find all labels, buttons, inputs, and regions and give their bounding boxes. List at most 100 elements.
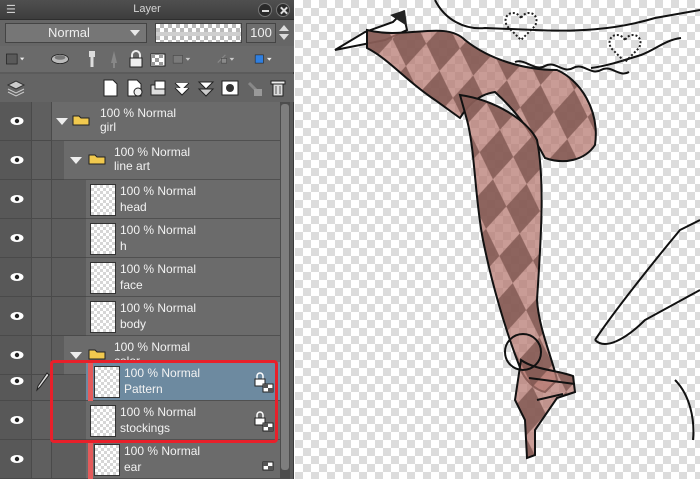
clipping-indicator xyxy=(88,362,93,401)
scrollbar[interactable] xyxy=(280,102,290,479)
eye-icon[interactable] xyxy=(10,350,24,360)
layer-content[interactable]: 100 % Normal body xyxy=(86,297,290,336)
expand-arrow-icon[interactable] xyxy=(56,118,68,125)
layer-opacity-mode: 100 % Normal xyxy=(114,145,191,159)
new-raster-layer-icon[interactable] xyxy=(100,78,120,98)
merge-down-icon[interactable] xyxy=(196,78,216,98)
layer-name: ear xyxy=(124,460,142,474)
layer-thumbnail xyxy=(94,366,120,398)
mask-icon[interactable] xyxy=(50,49,76,69)
layer-name: line art xyxy=(114,159,151,173)
layer-opacity-mode: 100 % Normal xyxy=(120,405,197,419)
chevron-down-icon xyxy=(130,30,140,36)
draft-layer-icon[interactable] xyxy=(104,49,124,69)
layer-color-button[interactable] xyxy=(5,49,33,69)
lock-icon[interactable] xyxy=(126,49,146,69)
ruler-dropdown[interactable] xyxy=(216,49,250,69)
layer-opacity-mode: 100 % Normal xyxy=(120,262,197,276)
layer-opacity-mode: 100 % Normal xyxy=(100,106,177,120)
layer-name: stockings xyxy=(120,421,171,435)
eye-icon[interactable] xyxy=(10,116,24,126)
delete-layer-icon[interactable] xyxy=(268,78,288,98)
blend-row: Normal 100 xyxy=(0,20,294,46)
clear-layer-icon[interactable] xyxy=(244,78,264,98)
layer-content[interactable]: 100 % Normal Pattern xyxy=(86,362,290,401)
layer-thumbnail xyxy=(94,444,120,476)
eye-icon[interactable] xyxy=(10,155,24,165)
close-icon[interactable] xyxy=(276,3,290,17)
layer-row-body[interactable]: 100 % Normal body xyxy=(0,297,290,336)
layer-toolbar-bottom xyxy=(0,74,294,102)
layer-content[interactable]: 100 % Normal line art xyxy=(64,141,290,180)
layer-thumbnail xyxy=(90,262,116,294)
clipping-indicator xyxy=(88,440,93,479)
layer-property-icon[interactable] xyxy=(6,78,26,98)
expand-arrow-icon[interactable] xyxy=(70,157,82,164)
lock-icon xyxy=(254,372,274,393)
eye-icon[interactable] xyxy=(10,415,24,425)
eye-icon[interactable] xyxy=(10,454,24,464)
new-vector-layer-icon[interactable] xyxy=(124,78,144,98)
layer-name: body xyxy=(120,317,147,331)
folder-icon xyxy=(88,154,106,165)
layer-content[interactable]: 100 % Normal face xyxy=(86,258,290,297)
layer-content[interactable]: 100 % Normal h xyxy=(86,219,290,258)
layer-row-head[interactable]: 100 % Normal head xyxy=(0,180,290,219)
blend-mode-value: Normal xyxy=(48,25,90,40)
eye-icon[interactable] xyxy=(10,272,24,282)
layer-opacity-mode: 100 % Normal xyxy=(114,340,191,354)
layer-opacity-mode: 100 % Normal xyxy=(124,444,201,458)
layer-thumbnail xyxy=(90,405,116,437)
layer-opacity-mode: 100 % Normal xyxy=(120,301,197,315)
eye-icon[interactable] xyxy=(10,233,24,243)
layer-name: h xyxy=(120,239,127,253)
clipping-dropdown[interactable] xyxy=(172,49,206,69)
layer-name: girl xyxy=(100,120,117,134)
layer-opacity-mode: 100 % Normal xyxy=(120,184,197,198)
drawing-canvas[interactable] xyxy=(295,0,700,479)
blend-mode-select[interactable]: Normal xyxy=(5,23,147,43)
canvas-artwork xyxy=(334,0,700,460)
reference-layer-icon[interactable] xyxy=(82,49,102,69)
folder-icon xyxy=(88,349,106,360)
layer-content[interactable]: 100 % Normal ear xyxy=(86,440,290,479)
layer-name: face xyxy=(120,278,143,292)
folder-icon xyxy=(72,115,90,126)
transfer-down-icon[interactable] xyxy=(172,78,192,98)
eye-icon[interactable] xyxy=(10,376,24,386)
lock-transparent-icon[interactable] xyxy=(148,49,168,69)
layer-panel: ☰ Layer Normal 100 100 % Normal girl 100… xyxy=(0,0,294,479)
eye-icon[interactable] xyxy=(10,194,24,204)
scrollbar-thumb[interactable] xyxy=(281,104,289,470)
layer-color-dropdown[interactable] xyxy=(254,49,288,69)
minimize-icon[interactable] xyxy=(258,3,272,17)
layer-content[interactable]: 100 % Normal stockings xyxy=(86,401,290,440)
layer-name: Pattern xyxy=(124,382,163,396)
layer-row-stockings[interactable]: 100 % Normal stockings xyxy=(0,401,290,440)
eye-icon[interactable] xyxy=(10,311,24,321)
layer-row-ear[interactable]: 100 % Normal ear xyxy=(0,440,290,479)
panel-titlebar[interactable]: ☰ Layer xyxy=(0,0,294,20)
layer-content[interactable]: 100 % Normal girl xyxy=(52,102,290,141)
layer-row-line-art[interactable]: 100 % Normal line art xyxy=(0,141,290,180)
opacity-field[interactable]: 100 xyxy=(246,23,276,43)
layer-opacity-mode: 100 % Normal xyxy=(120,223,197,237)
layer-row-pattern[interactable]: 100 % Normal Pattern xyxy=(0,362,290,401)
layer-list[interactable]: 100 % Normal girl 100 % Normal line art … xyxy=(0,102,290,479)
lock-transparent-icon xyxy=(262,461,274,471)
layer-toolbar-top xyxy=(0,46,294,72)
layer-thumbnail xyxy=(90,301,116,333)
layer-content[interactable]: 100 % Normal head xyxy=(86,180,290,219)
opacity-spinner[interactable] xyxy=(278,23,290,43)
layer-row-girl[interactable]: 100 % Normal girl xyxy=(0,102,290,141)
opacity-slider[interactable] xyxy=(155,23,242,43)
opacity-slider-fill xyxy=(156,32,241,36)
pen-icon xyxy=(36,372,50,392)
layer-mask-icon[interactable] xyxy=(220,78,240,98)
layer-row-h[interactable]: 100 % Normal h xyxy=(0,219,290,258)
layer-name: head xyxy=(120,200,147,214)
layer-thumbnail xyxy=(90,184,116,216)
expand-arrow-icon[interactable] xyxy=(70,352,82,359)
layer-row-face[interactable]: 100 % Normal face xyxy=(0,258,290,297)
new-folder-icon[interactable] xyxy=(148,78,168,98)
